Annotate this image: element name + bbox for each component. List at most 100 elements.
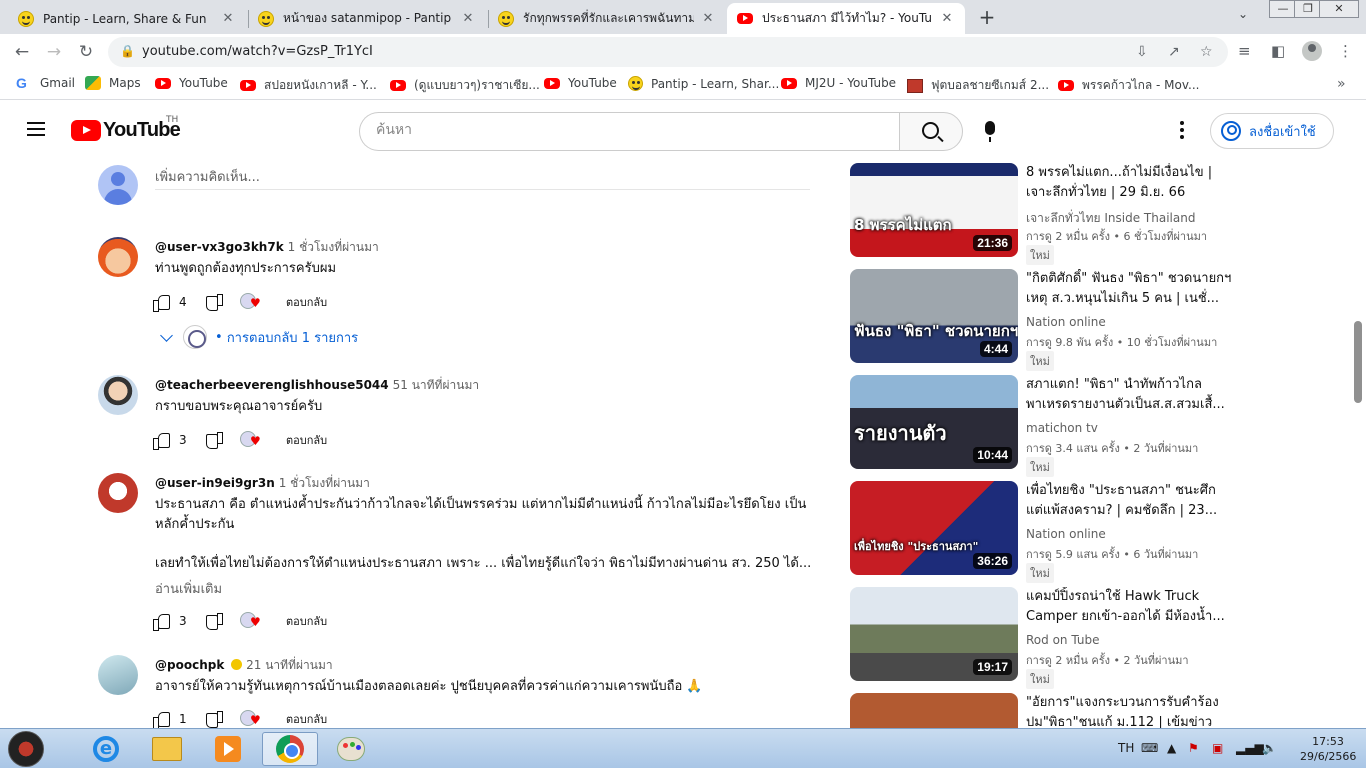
dislike-icon[interactable] <box>204 293 223 311</box>
reply-button[interactable]: ตอบกลับ <box>286 431 327 449</box>
tab-pantip-home[interactable]: Pantip - Learn, Share & Fun ✕ <box>8 3 246 34</box>
comment-author[interactable]: @user-in9ei9gr3n <box>155 476 275 490</box>
video-title[interactable]: 8 พรรคไม่แตก...ถ้าไม่มีเงื่อนไข | เจาะลึ… <box>1026 163 1232 203</box>
forward-button[interactable]: → <box>42 41 66 63</box>
network-icon[interactable]: ▂▄▆ <box>1236 741 1264 755</box>
microphone-icon[interactable] <box>985 121 995 142</box>
share-icon[interactable]: ↗ <box>1168 44 1180 60</box>
window-close-button[interactable]: ✕ <box>1319 0 1359 18</box>
settings-more-icon[interactable] <box>1180 121 1184 139</box>
recommended-video[interactable]: "อัยการ"แจงกระบวนการรับคำร้อง ปม"พิธา"ชน… <box>850 693 1230 728</box>
avatar[interactable] <box>98 375 138 415</box>
bookmark-pantip[interactable]: Pantip - Learn, Shar... <box>628 76 779 91</box>
reply-button[interactable]: ตอบกลับ <box>286 293 327 311</box>
recommended-video[interactable]: เพื่อไทยชิง "ประธานสภา" 36:26 เพื่อไทยชิ… <box>850 481 1232 583</box>
comment-author[interactable]: @user-vx3go3kh7k <box>155 240 284 254</box>
like-icon[interactable] <box>152 710 170 728</box>
video-title[interactable]: แคมป์ปิ้งรถน่าใช้ Hawk Truck Camper ยกเข… <box>1026 587 1232 627</box>
close-icon[interactable]: ✕ <box>220 11 236 26</box>
search-input[interactable] <box>376 122 876 138</box>
system-clock[interactable]: 17:53 29/6/2566 <box>1300 734 1356 764</box>
recommended-video[interactable]: ฟันธง "พิธา" ชวดนายกฯ 4:44 "กิตติศักดิ์"… <box>850 269 1232 371</box>
comment-author[interactable]: @poochpk <box>155 658 224 672</box>
profile-avatar[interactable] <box>1302 41 1322 61</box>
taskbar-chrome[interactable] <box>262 732 318 766</box>
channel-name[interactable]: Nation online <box>1026 315 1106 329</box>
more-bookmarks-button[interactable]: » <box>1337 76 1346 92</box>
dislike-icon[interactable] <box>204 431 223 449</box>
restore-button[interactable]: ❐ <box>1294 0 1322 18</box>
flag-icon[interactable]: ⚑ <box>1188 741 1199 755</box>
tab-satanmipop[interactable]: หน้าของ satanmipop - Pantip ✕ <box>248 3 486 34</box>
dislike-icon[interactable] <box>204 612 223 630</box>
recommended-video[interactable]: 8 พรรคไม่แตก 21:36 8 พรรคไม่แตก...ถ้าไม่… <box>850 163 1232 265</box>
keyboard-icon[interactable]: ⌨ <box>1141 741 1158 755</box>
bookmark-youtube[interactable]: YouTube <box>155 76 228 90</box>
video-title[interactable]: "อัยการ"แจงกระบวนการรับคำร้อง ปม"พิธา"ชน… <box>1026 693 1230 728</box>
bookmark-gmail[interactable]: G Gmail <box>16 76 75 90</box>
avatar[interactable] <box>98 473 138 513</box>
start-button[interactable] <box>8 731 44 767</box>
reply-button[interactable]: ตอบกลับ <box>286 710 327 728</box>
address-bar[interactable]: 🔒 youtube.com/watch?v=GzsP_Tr1YcI ⇩ ↗ ☆ <box>108 37 1228 67</box>
like-icon[interactable] <box>152 431 170 450</box>
video-thumbnail[interactable]: ฟันธง "พิธา" ชวดนายกฯ 4:44 <box>850 269 1018 363</box>
add-comment-input[interactable]: เพิ่มความคิดเห็น... <box>155 166 810 190</box>
tab-youtube-active[interactable]: ประธานสภา มีไว้ทำไม? - YouTube ✕ <box>727 3 965 34</box>
channel-name[interactable]: matichon tv <box>1026 421 1098 435</box>
back-button[interactable]: ← <box>10 41 34 63</box>
like-icon[interactable] <box>152 293 170 312</box>
avatar[interactable] <box>98 655 138 695</box>
bookmark-youtube-2[interactable]: YouTube <box>544 76 617 90</box>
side-panel-icon[interactable]: ◧ <box>1271 42 1285 60</box>
device-icon[interactable]: ▣ <box>1212 741 1223 755</box>
page-scrollbar[interactable] <box>1354 321 1362 403</box>
like-icon[interactable] <box>152 612 170 631</box>
tab-pantip-topic[interactable]: รักทุกพรรคที่รักและเคารพฉันทามติ ✕ <box>488 3 726 34</box>
channel-name[interactable]: เจาะลึกทั่วไทย Inside Thailand <box>1026 209 1195 228</box>
bookmark-move-forward[interactable]: พรรคก้าวไกล - Mov... <box>1058 76 1200 95</box>
youtube-logo[interactable]: YouTube TH <box>71 115 181 142</box>
dislike-icon[interactable] <box>204 710 223 728</box>
sign-in-button[interactable]: ลงชื่อเข้าใช้ <box>1210 113 1334 149</box>
video-thumbnail[interactable] <box>850 693 1018 728</box>
video-title[interactable]: สภาแตก! "พิธา" นำทัพก้าวไกล พาเหรดรายงาน… <box>1026 375 1232 415</box>
recommended-video[interactable]: 19:17 แคมป์ปิ้งรถน่าใช้ Hawk Truck Campe… <box>850 587 1232 689</box>
new-tab-button[interactable]: + <box>976 6 998 28</box>
reload-button[interactable]: ↻ <box>74 41 98 63</box>
menu-icon[interactable] <box>27 122 45 136</box>
channel-name[interactable]: Rod on Tube <box>1026 633 1099 647</box>
bookmark-maps[interactable]: Maps <box>85 76 141 90</box>
video-title[interactable]: "กิตติศักดิ์" ฟันธง "พิธา" ชวดนายกฯ เหตุ… <box>1026 269 1232 309</box>
close-icon[interactable]: ✕ <box>700 11 716 26</box>
channel-name[interactable]: Nation online <box>1026 527 1106 541</box>
bookmark-raja[interactable]: (ดูแบบยาวๆ)ราชาเซีย... <box>390 76 540 95</box>
comment-author[interactable]: @teacherbeeverenglishhouse5044 <box>155 378 389 392</box>
bookmark-star-icon[interactable]: ☆ <box>1200 44 1213 60</box>
comment-time[interactable]: 1 ชั่วโมงที่ผ่านมา <box>279 476 370 490</box>
avatar[interactable] <box>98 237 138 277</box>
video-thumbnail[interactable]: รายงานตัว 10:44 <box>850 375 1018 469</box>
video-title[interactable]: เพื่อไทยชิง "ประธานสภา" ชนะศึก แต่แพ้สงค… <box>1026 481 1232 521</box>
minimize-button[interactable]: — <box>1269 0 1297 18</box>
show-hidden-icons-icon[interactable]: ▲ <box>1167 741 1176 755</box>
chrome-menu-icon[interactable]: ⋮ <box>1338 42 1353 60</box>
video-thumbnail[interactable]: เพื่อไทยชิง "ประธานสภา" 36:26 <box>850 481 1018 575</box>
recommended-video[interactable]: รายงานตัว 10:44 สภาแตก! "พิธา" นำทัพก้าว… <box>850 375 1232 477</box>
taskbar-file-explorer[interactable] <box>139 732 195 766</box>
comment-time[interactable]: 21 นาทีที่ผ่านมา <box>246 658 332 672</box>
bookmark-football[interactable]: ฟุตบอลชายซีเกมส์ 2... <box>907 76 1049 95</box>
close-icon[interactable]: ✕ <box>939 11 955 26</box>
read-more-button[interactable]: อ่านเพิ่มเติม <box>155 578 222 599</box>
comment-time[interactable]: 1 ชั่วโมงที่ผ่านมา <box>288 240 379 254</box>
taskbar-media-player[interactable] <box>200 732 256 766</box>
comment-time[interactable]: 51 นาทีที่ผ่านมา <box>393 378 479 392</box>
reply-button[interactable]: ตอบกลับ <box>286 612 327 630</box>
taskbar-internet-explorer[interactable]: e <box>78 732 134 766</box>
bookmark-korean-spoiler[interactable]: สปอยหนังเกาหลี - Y... <box>240 76 377 95</box>
install-icon[interactable]: ⇩ <box>1136 44 1148 60</box>
reading-list-icon[interactable]: ≡ <box>1238 42 1251 60</box>
close-icon[interactable]: ✕ <box>460 11 476 26</box>
video-thumbnail[interactable]: 8 พรรคไม่แตก 21:36 <box>850 163 1018 257</box>
view-replies-button[interactable]: • การตอบกลับ 1 รายการ <box>160 325 358 349</box>
